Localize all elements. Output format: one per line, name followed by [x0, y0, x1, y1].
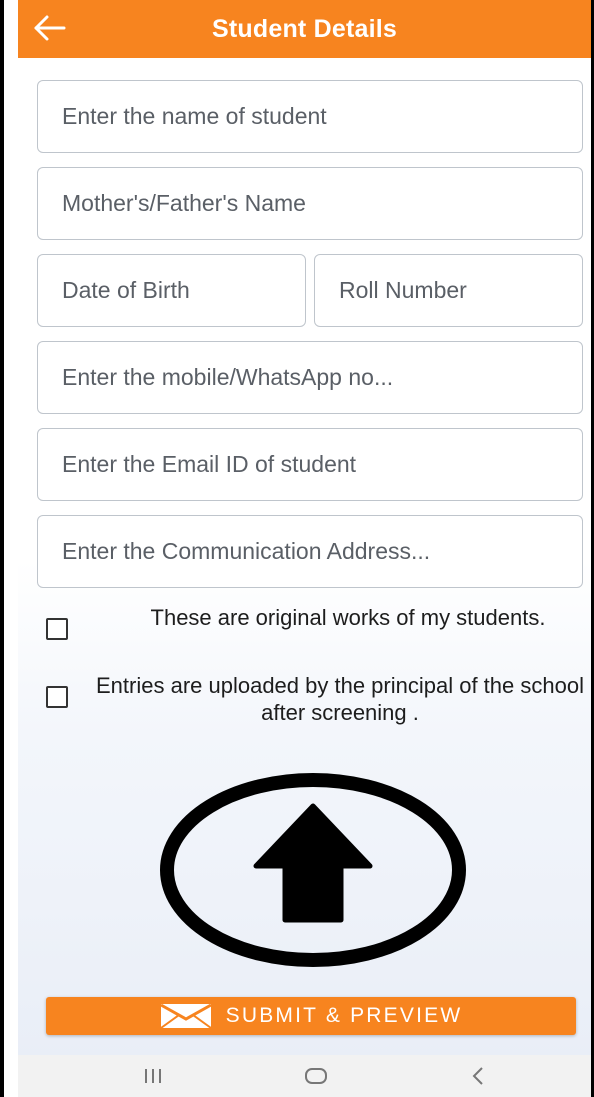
phone-screen: Student Details Enter the name of studen… [18, 0, 591, 1097]
parent-name-placeholder: Mother's/Father's Name [62, 190, 306, 216]
app-bar: Student Details [18, 0, 591, 58]
nav-back-icon [472, 1067, 483, 1085]
page-title: Student Details [212, 15, 397, 43]
original-works-checkbox[interactable] [46, 618, 68, 640]
parent-name-field[interactable]: Mother's/Father's Name [37, 167, 583, 240]
principal-upload-checkbox[interactable] [46, 686, 68, 708]
original-works-label: These are original works of my students. [150, 605, 546, 630]
roll-number-placeholder: Roll Number [339, 277, 467, 303]
upload-button[interactable] [158, 770, 468, 970]
mail-icon [159, 1003, 212, 1029]
mobile-placeholder: Enter the mobile/WhatsApp no... [62, 364, 394, 390]
nav-recents-button[interactable] [133, 1063, 173, 1089]
date-of-birth-field[interactable]: Date of Birth [37, 254, 306, 327]
email-placeholder: Enter the Email ID of student [62, 451, 357, 477]
roll-number-field[interactable]: Roll Number [314, 254, 583, 327]
screenshot-frame-left [0, 0, 4, 1097]
home-icon [305, 1068, 327, 1084]
upload-arrow-icon [160, 773, 466, 967]
nav-home-button[interactable] [296, 1063, 336, 1089]
student-name-placeholder: Enter the name of student [62, 103, 327, 129]
email-field[interactable]: Enter the Email ID of student [37, 428, 583, 501]
back-button[interactable] [30, 8, 70, 48]
original-works-row: These are original works of my students. [18, 604, 591, 660]
address-placeholder: Enter the Communication Address... [62, 538, 431, 564]
arrow-left-icon [34, 15, 66, 41]
principal-upload-row: Entries are uploaded by the principal of… [18, 672, 591, 728]
submit-preview-button[interactable]: SUBMIT & PREVIEW [46, 997, 576, 1035]
recents-icon [145, 1069, 161, 1083]
address-field[interactable]: Enter the Communication Address... [37, 515, 583, 588]
system-nav-bar [18, 1055, 591, 1097]
student-name-field[interactable]: Enter the name of student [37, 80, 583, 153]
date-of-birth-placeholder: Date of Birth [62, 277, 190, 303]
mobile-field[interactable]: Enter the mobile/WhatsApp no... [37, 341, 583, 414]
submit-preview-label: SUBMIT & PREVIEW [225, 1004, 463, 1027]
principal-upload-label: Entries are uploaded by the principal of… [96, 673, 584, 725]
nav-back-button[interactable] [458, 1063, 498, 1089]
